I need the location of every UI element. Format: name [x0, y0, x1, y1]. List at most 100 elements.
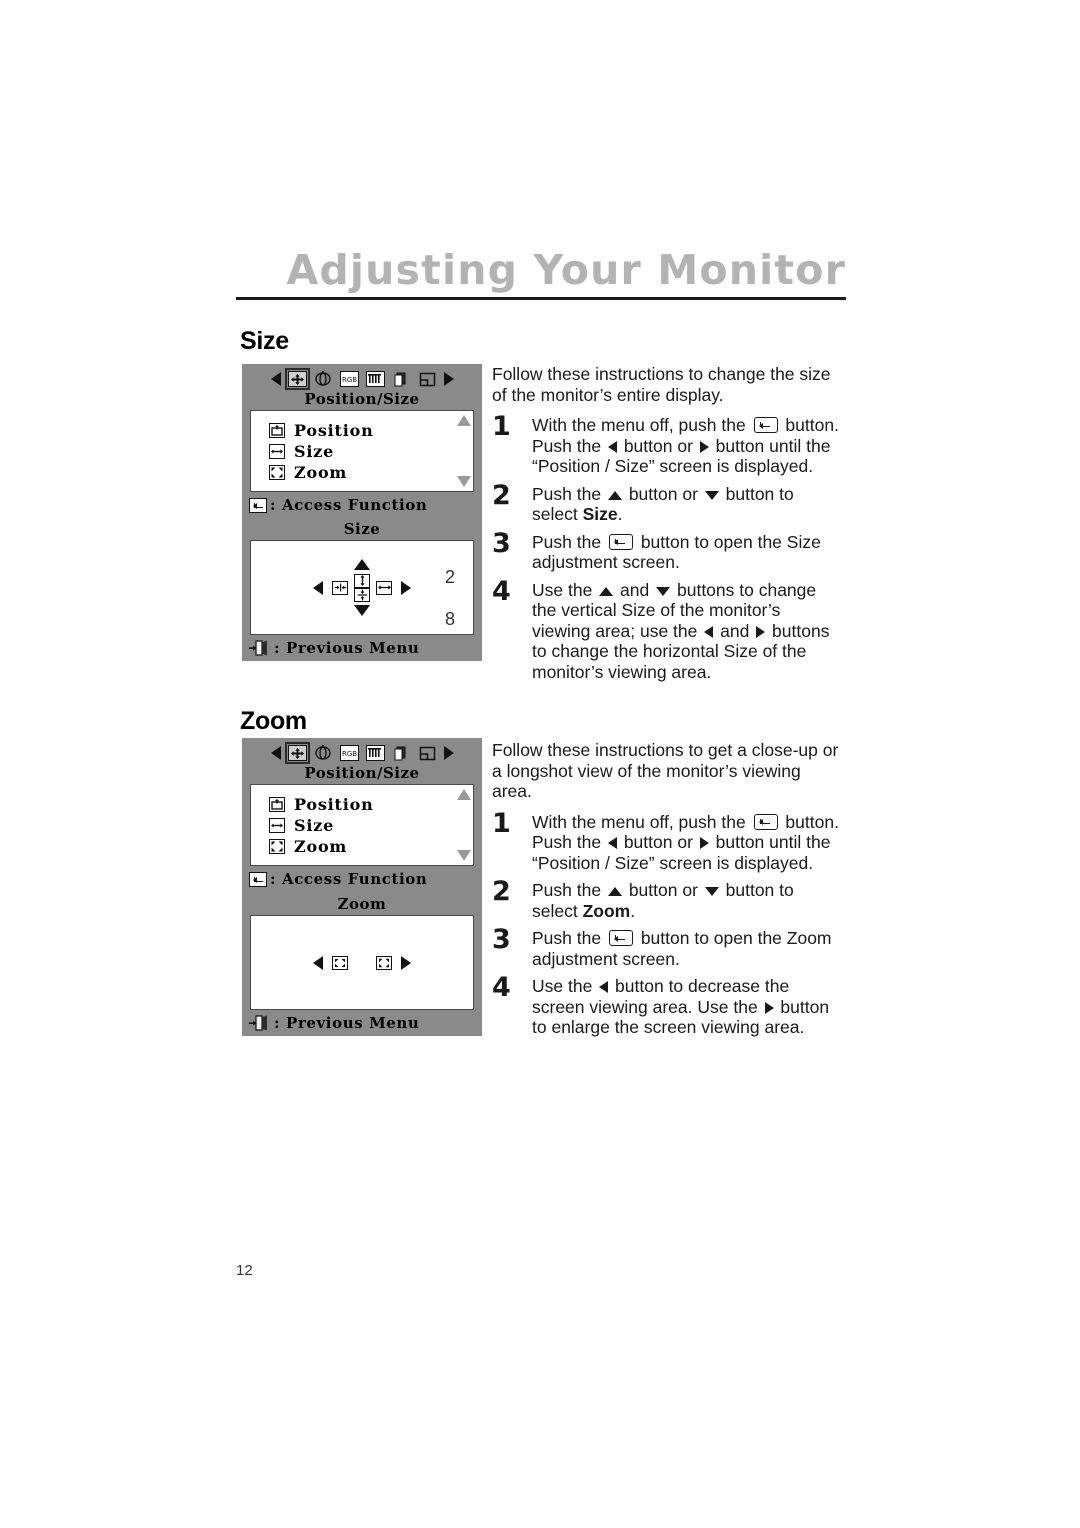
- zoom-icon: [269, 839, 285, 854]
- screen-icon[interactable]: [418, 371, 437, 387]
- emphasis-text: Size: [582, 504, 618, 524]
- steps-list: 1 With the menu off, push the button. Pus…: [492, 411, 842, 683]
- instructions-size: Follow these instructions to change the …: [492, 364, 842, 689]
- h-shrink-icon[interactable]: [332, 580, 348, 595]
- left-arrow-icon[interactable]: [270, 372, 281, 386]
- menu-item-position[interactable]: Position: [269, 420, 473, 441]
- step-number: 1: [492, 411, 511, 442]
- osd-footer-previous-menu: : Previous Menu: [242, 1010, 482, 1036]
- rgb-icon[interactable]: RGB: [339, 371, 359, 387]
- header-rule: [236, 297, 846, 300]
- left-arrow-icon[interactable]: [313, 955, 323, 970]
- v-expand-icon[interactable]: [354, 573, 370, 588]
- size-icon: [269, 818, 285, 833]
- size-direction-pad[interactable]: [308, 557, 416, 619]
- scroll-down-icon[interactable]: [457, 476, 471, 487]
- zoom-control-pad[interactable]: [313, 955, 411, 970]
- instruction-step: 4 Use the and buttons to change the verti…: [492, 578, 842, 683]
- step-text: With the menu off, push the button. Push…: [532, 415, 842, 477]
- text-run: button or: [623, 483, 703, 504]
- instructions-zoom: Follow these instructions to get a close…: [492, 740, 842, 1045]
- zoom-icon: [269, 465, 285, 480]
- step-text: Push the button or button to select Zoom…: [532, 880, 842, 921]
- moire-icon[interactable]: [365, 745, 385, 761]
- osd-menu-list: Position Size Zoom: [251, 785, 473, 866]
- page-number: 12: [236, 1262, 253, 1279]
- geometry-icon[interactable]: [314, 371, 333, 387]
- right-arrow-icon[interactable]: [443, 372, 454, 386]
- menu-item-label: Size: [294, 442, 335, 461]
- text-run: button or: [618, 435, 698, 456]
- exit-key-icon: [249, 639, 271, 657]
- zoom-out-icon[interactable]: [332, 955, 348, 970]
- zoom-in-icon[interactable]: [376, 955, 392, 970]
- right-arrow-icon[interactable]: [401, 580, 411, 595]
- h-expand-icon[interactable]: [376, 580, 392, 595]
- osd-icon[interactable]: [392, 745, 411, 761]
- instruction-step: 4 Use the button to decrease the screen v…: [492, 974, 842, 1038]
- osd-icon[interactable]: [392, 371, 411, 387]
- step-text: Push the button to open the Size adjustm…: [532, 532, 842, 573]
- right-arrow-icon[interactable]: [401, 955, 411, 970]
- svg-text:RGB: RGB: [341, 376, 356, 384]
- step-text: With the menu off, push the button. Push…: [532, 812, 842, 874]
- size-value-horizontal: 8: [444, 609, 455, 629]
- step-number: 3: [492, 924, 511, 955]
- up-button-icon: [607, 490, 622, 500]
- size-adjust-pad: 2 8: [251, 541, 473, 634]
- osd-icon-bar[interactable]: RGB: [242, 738, 482, 765]
- up-arrow-icon[interactable]: [354, 559, 370, 570]
- left-button-icon: [704, 625, 714, 638]
- right-arrow-icon[interactable]: [443, 746, 454, 760]
- enter-key-icon: [249, 871, 267, 887]
- enter-button-icon: [608, 930, 633, 946]
- osd-footer-label: : Access Function: [270, 496, 428, 514]
- size-value-vertical: 2: [444, 567, 455, 587]
- step-text: Push the button or button to select Size…: [532, 484, 842, 525]
- osd-title: Position/Size: [304, 764, 420, 782]
- moire-icon[interactable]: [365, 371, 385, 387]
- scroll-up-icon[interactable]: [457, 415, 471, 426]
- osd-size-adjust-screen: Size 2 8: Previous Menu: [242, 515, 482, 661]
- menu-item-size[interactable]: Size: [269, 441, 473, 462]
- menu-item-size[interactable]: Size: [269, 815, 473, 836]
- text-run: Push the: [532, 483, 606, 504]
- menu-item-zoom[interactable]: Zoom: [269, 836, 473, 857]
- rgb-icon[interactable]: RGB: [339, 745, 359, 761]
- osd-position-size-menu-1: RGB Position/Size Position Size Zoom: A…: [242, 364, 482, 518]
- instruction-step: 2 Push the button or button to select Siz…: [492, 479, 842, 525]
- down-arrow-icon[interactable]: [354, 605, 370, 616]
- enter-button-icon: [608, 533, 633, 550]
- osd-footer-access-function: : Access Function: [242, 866, 482, 892]
- left-arrow-icon[interactable]: [313, 580, 323, 595]
- osd-menu-body: Position Size Zoom: [250, 410, 474, 492]
- step-number: 1: [492, 807, 511, 839]
- osd-title: Position/Size: [304, 390, 420, 408]
- screen-icon[interactable]: [418, 745, 437, 761]
- step-number: 3: [492, 527, 511, 559]
- osd-icon-bar[interactable]: RGB: [242, 364, 482, 391]
- position-size-icon[interactable]: [284, 368, 310, 390]
- position-size-icon[interactable]: [284, 742, 310, 764]
- osd-title: Zoom: [337, 895, 387, 913]
- text-run: With the menu off, push the: [532, 415, 751, 435]
- lead-paragraph: Follow these instructions to change the …: [492, 364, 831, 405]
- geometry-icon[interactable]: [314, 745, 333, 761]
- scroll-down-icon[interactable]: [457, 850, 471, 861]
- left-arrow-icon[interactable]: [270, 746, 281, 760]
- step-number: 2: [492, 876, 511, 907]
- menu-item-position[interactable]: Position: [269, 794, 473, 815]
- v-shrink-icon[interactable]: [354, 587, 370, 602]
- down-button-icon: [704, 887, 719, 896]
- page-header: Adjusting Your Monitor: [236, 250, 846, 300]
- step-number: 2: [492, 479, 511, 511]
- menu-item-zoom[interactable]: Zoom: [269, 462, 473, 483]
- text-run: With the menu off, push the: [532, 811, 751, 832]
- chapter-title: Adjusting Your Monitor: [286, 246, 846, 294]
- section-heading-zoom: Zoom: [240, 707, 307, 735]
- text-run: button or: [618, 832, 698, 852]
- scroll-up-icon[interactable]: [457, 789, 471, 800]
- menu-item-label: Size: [294, 816, 335, 835]
- step-text: Push the button to open the Zoom adjustm…: [532, 928, 842, 969]
- position-icon: [269, 423, 285, 438]
